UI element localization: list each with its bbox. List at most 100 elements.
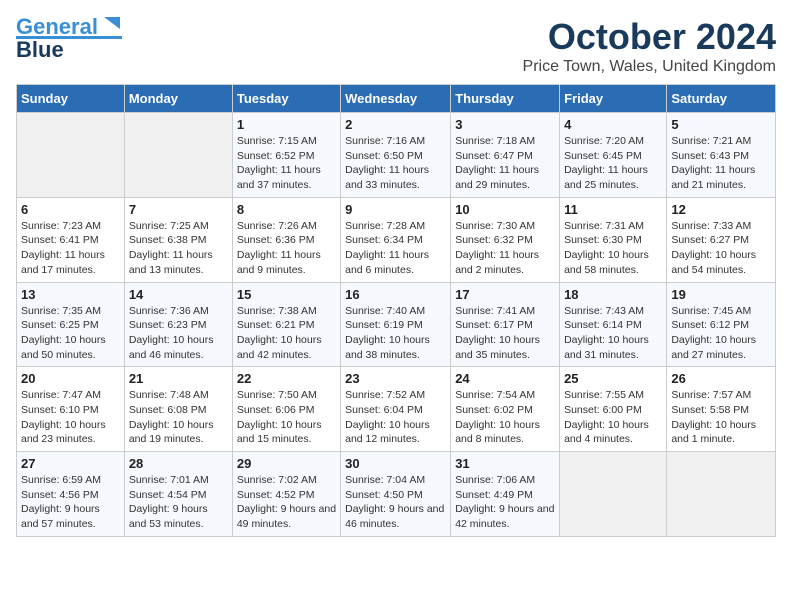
calendar-cell: 30Sunrise: 7:04 AM Sunset: 4:50 PM Dayli… bbox=[341, 452, 451, 537]
day-number: 22 bbox=[237, 371, 336, 386]
day-of-week-header: Saturday bbox=[667, 85, 776, 113]
calendar-cell: 18 Sunrise: 7:43 AM Sunset: 6:14 PM Dayli… bbox=[560, 282, 667, 367]
calendar-cell: 12Sunrise: 7:33 AM Sunset: 6:27 PM Dayli… bbox=[667, 197, 776, 282]
calendar-cell: 15 Sunrise: 7:38 AM Sunset: 6:21 PM Dayli… bbox=[232, 282, 340, 367]
day-info: Sunrise: 7:20 AM Sunset: 6:45 PM Dayligh… bbox=[564, 134, 662, 193]
calendar-cell: 7 Sunrise: 7:25 AM Sunset: 6:38 PM Daylig… bbox=[124, 197, 232, 282]
day-info: Sunrise: 7:43 AM Sunset: 6:14 PM Dayligh… bbox=[564, 304, 662, 363]
calendar-cell: 17 Sunrise: 7:41 AM Sunset: 6:17 PM Dayli… bbox=[451, 282, 560, 367]
calendar-week-row: 20 Sunrise: 7:47 AM Sunset: 6:10 PM Dayli… bbox=[17, 367, 776, 452]
calendar-cell: 23 Sunrise: 7:52 AM Sunset: 6:04 PM Dayli… bbox=[341, 367, 451, 452]
day-number: 15 bbox=[237, 287, 336, 302]
day-info: Sunrise: 7:40 AM Sunset: 6:19 PM Dayligh… bbox=[345, 304, 446, 363]
calendar-cell bbox=[560, 452, 667, 537]
day-of-week-header: Sunday bbox=[17, 85, 125, 113]
calendar-cell: 5 Sunrise: 7:21 AM Sunset: 6:43 PM Daylig… bbox=[667, 113, 776, 198]
day-of-week-header: Wednesday bbox=[341, 85, 451, 113]
logo-text: General bbox=[16, 16, 98, 38]
day-info: Sunrise: 7:33 AM Sunset: 6:27 PM Dayligh… bbox=[671, 219, 771, 278]
day-info: Sunrise: 7:04 AM Sunset: 4:50 PM Dayligh… bbox=[345, 473, 446, 532]
day-info: Sunrise: 7:52 AM Sunset: 6:04 PM Dayligh… bbox=[345, 388, 446, 447]
calendar-cell: 11 Sunrise: 7:31 AM Sunset: 6:30 PM Dayli… bbox=[560, 197, 667, 282]
day-number: 23 bbox=[345, 371, 446, 386]
day-info: Sunrise: 7:57 AM Sunset: 5:58 PM Dayligh… bbox=[671, 388, 771, 447]
logo-arrow-icon bbox=[102, 13, 122, 33]
calendar-cell: 25 Sunrise: 7:55 AM Sunset: 6:00 PM Dayli… bbox=[560, 367, 667, 452]
day-number: 11 bbox=[564, 202, 662, 217]
calendar-cell bbox=[17, 113, 125, 198]
calendar-cell: 27Sunrise: 6:59 AM Sunset: 4:56 PM Dayli… bbox=[17, 452, 125, 537]
title-block: October 2024 Price Town, Wales, United K… bbox=[523, 16, 776, 76]
day-number: 26 bbox=[671, 371, 771, 386]
day-number: 31 bbox=[455, 456, 555, 471]
day-of-week-header: Monday bbox=[124, 85, 232, 113]
calendar-cell: 29Sunrise: 7:02 AM Sunset: 4:52 PM Dayli… bbox=[232, 452, 340, 537]
calendar-cell: 10Sunrise: 7:30 AM Sunset: 6:32 PM Dayli… bbox=[451, 197, 560, 282]
day-info: Sunrise: 7:50 AM Sunset: 6:06 PM Dayligh… bbox=[237, 388, 336, 447]
day-info: Sunrise: 7:30 AM Sunset: 6:32 PM Dayligh… bbox=[455, 219, 555, 278]
page-header: General Blue October 2024 Price Town, Wa… bbox=[16, 16, 776, 76]
day-number: 17 bbox=[455, 287, 555, 302]
day-info: Sunrise: 7:06 AM Sunset: 4:49 PM Dayligh… bbox=[455, 473, 555, 532]
day-number: 6 bbox=[21, 202, 120, 217]
calendar-cell: 9 Sunrise: 7:28 AM Sunset: 6:34 PM Daylig… bbox=[341, 197, 451, 282]
day-number: 1 bbox=[237, 117, 336, 132]
day-number: 13 bbox=[21, 287, 120, 302]
day-number: 9 bbox=[345, 202, 446, 217]
calendar-cell: 3Sunrise: 7:18 AM Sunset: 6:47 PM Daylig… bbox=[451, 113, 560, 198]
calendar-week-row: 13 Sunrise: 7:35 AM Sunset: 6:25 PM Dayli… bbox=[17, 282, 776, 367]
day-number: 2 bbox=[345, 117, 446, 132]
day-number: 21 bbox=[129, 371, 228, 386]
day-number: 18 bbox=[564, 287, 662, 302]
day-info: Sunrise: 7:01 AM Sunset: 4:54 PM Dayligh… bbox=[129, 473, 228, 532]
calendar-cell: 1 Sunrise: 7:15 AM Sunset: 6:52 PM Daylig… bbox=[232, 113, 340, 198]
day-number: 29 bbox=[237, 456, 336, 471]
day-info: Sunrise: 7:45 AM Sunset: 6:12 PM Dayligh… bbox=[671, 304, 771, 363]
day-number: 3 bbox=[455, 117, 555, 132]
calendar-cell: 16 Sunrise: 7:40 AM Sunset: 6:19 PM Dayli… bbox=[341, 282, 451, 367]
day-number: 16 bbox=[345, 287, 446, 302]
day-of-week-header: Tuesday bbox=[232, 85, 340, 113]
page-title: October 2024 bbox=[523, 16, 776, 58]
calendar-cell: 26 Sunrise: 7:57 AM Sunset: 5:58 PM Dayli… bbox=[667, 367, 776, 452]
day-number: 4 bbox=[564, 117, 662, 132]
calendar-cell: 14 Sunrise: 7:36 AM Sunset: 6:23 PM Dayli… bbox=[124, 282, 232, 367]
calendar-cell bbox=[667, 452, 776, 537]
calendar-cell: 4 Sunrise: 7:20 AM Sunset: 6:45 PM Daylig… bbox=[560, 113, 667, 198]
calendar-cell: 13 Sunrise: 7:35 AM Sunset: 6:25 PM Dayli… bbox=[17, 282, 125, 367]
day-number: 25 bbox=[564, 371, 662, 386]
day-info: Sunrise: 7:48 AM Sunset: 6:08 PM Dayligh… bbox=[129, 388, 228, 447]
calendar-cell: 8 Sunrise: 7:26 AM Sunset: 6:36 PM Daylig… bbox=[232, 197, 340, 282]
day-number: 28 bbox=[129, 456, 228, 471]
day-info: Sunrise: 7:38 AM Sunset: 6:21 PM Dayligh… bbox=[237, 304, 336, 363]
calendar-week-row: 27Sunrise: 6:59 AM Sunset: 4:56 PM Dayli… bbox=[17, 452, 776, 537]
day-info: Sunrise: 7:26 AM Sunset: 6:36 PM Dayligh… bbox=[237, 219, 336, 278]
calendar-cell: 24Sunrise: 7:54 AM Sunset: 6:02 PM Dayli… bbox=[451, 367, 560, 452]
day-number: 14 bbox=[129, 287, 228, 302]
day-of-week-header: Friday bbox=[560, 85, 667, 113]
calendar-cell: 19 Sunrise: 7:45 AM Sunset: 6:12 PM Dayli… bbox=[667, 282, 776, 367]
calendar-week-row: 6Sunrise: 7:23 AM Sunset: 6:41 PM Daylig… bbox=[17, 197, 776, 282]
day-info: Sunrise: 7:28 AM Sunset: 6:34 PM Dayligh… bbox=[345, 219, 446, 278]
day-info: Sunrise: 7:35 AM Sunset: 6:25 PM Dayligh… bbox=[21, 304, 120, 363]
day-number: 7 bbox=[129, 202, 228, 217]
day-info: Sunrise: 7:16 AM Sunset: 6:50 PM Dayligh… bbox=[345, 134, 446, 193]
day-info: Sunrise: 7:15 AM Sunset: 6:52 PM Dayligh… bbox=[237, 134, 336, 193]
day-number: 8 bbox=[237, 202, 336, 217]
day-number: 27 bbox=[21, 456, 120, 471]
day-info: Sunrise: 7:47 AM Sunset: 6:10 PM Dayligh… bbox=[21, 388, 120, 447]
day-info: Sunrise: 7:36 AM Sunset: 6:23 PM Dayligh… bbox=[129, 304, 228, 363]
calendar-cell bbox=[124, 113, 232, 198]
calendar-cell: 31 Sunrise: 7:06 AM Sunset: 4:49 PM Dayli… bbox=[451, 452, 560, 537]
day-info: Sunrise: 7:21 AM Sunset: 6:43 PM Dayligh… bbox=[671, 134, 771, 193]
day-info: Sunrise: 7:55 AM Sunset: 6:00 PM Dayligh… bbox=[564, 388, 662, 447]
day-number: 20 bbox=[21, 371, 120, 386]
logo-subtext: Blue bbox=[16, 39, 64, 61]
day-info: Sunrise: 7:41 AM Sunset: 6:17 PM Dayligh… bbox=[455, 304, 555, 363]
page-subtitle: Price Town, Wales, United Kingdom bbox=[523, 58, 776, 76]
day-info: Sunrise: 7:25 AM Sunset: 6:38 PM Dayligh… bbox=[129, 219, 228, 278]
day-number: 5 bbox=[671, 117, 771, 132]
day-number: 19 bbox=[671, 287, 771, 302]
day-info: Sunrise: 7:31 AM Sunset: 6:30 PM Dayligh… bbox=[564, 219, 662, 278]
day-number: 24 bbox=[455, 371, 555, 386]
